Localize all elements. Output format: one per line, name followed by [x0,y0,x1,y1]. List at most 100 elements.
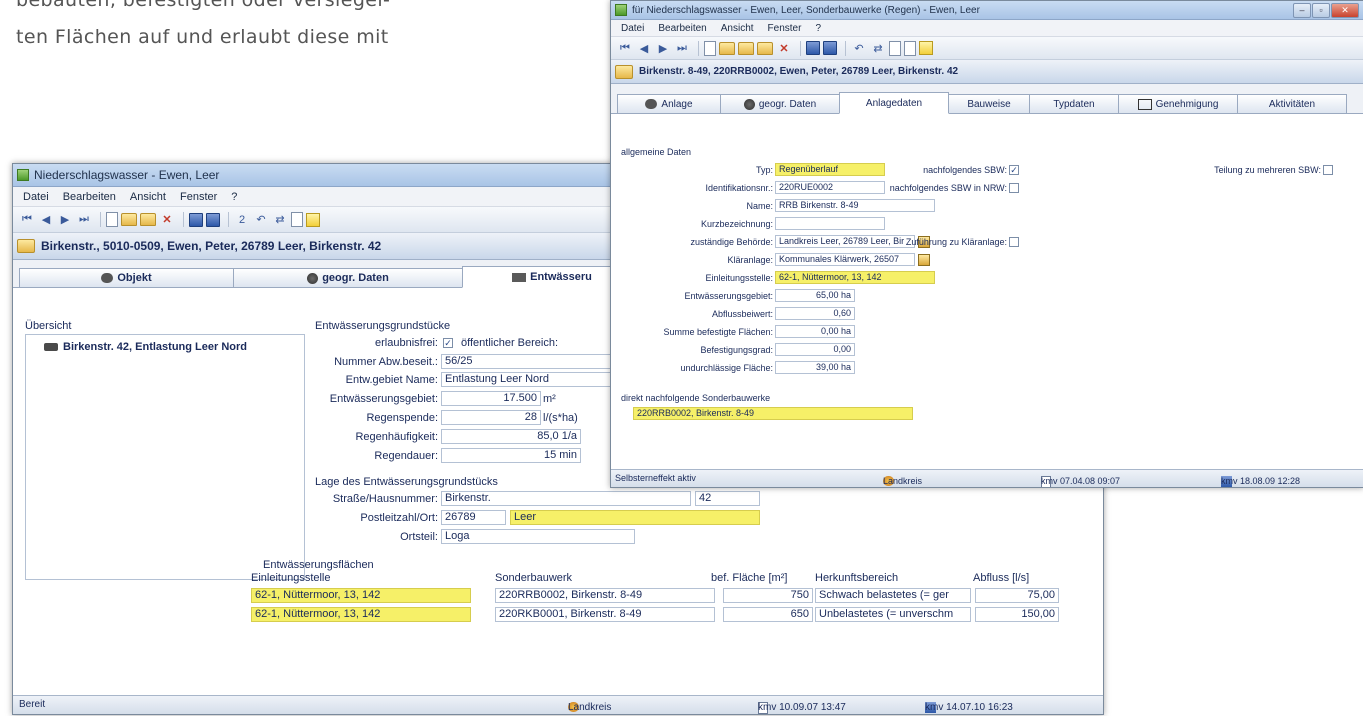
zufuehrung-checkbox[interactable] [1009,237,1019,247]
row1-einleitung[interactable]: 62-1, Nüttermoor, 13, 142 [251,588,471,603]
link-icon[interactable]: ⇄ [870,41,886,56]
menu-bearbeiten[interactable]: Bearbeiten [63,191,116,203]
first-record-icon[interactable]: ⏮ [19,212,35,227]
save-icon[interactable] [806,41,820,55]
save-all-icon[interactable] [823,41,837,55]
save-icon[interactable] [189,212,203,227]
ortsteil-field[interactable]: Loga [441,529,635,544]
section-lage: Lage des Entwässerungsgrundstücks [315,476,498,488]
note-icon[interactable] [919,41,933,55]
summe-field[interactable]: 0,00 ha [775,325,855,338]
row2-einleitung[interactable]: 62-1, Nüttermoor, 13, 142 [251,607,471,622]
section-allgemein: allgemeine Daten [621,147,692,157]
open-folder-icon[interactable] [719,41,735,55]
regenspende-field[interactable]: 28 [441,410,541,425]
first-record-icon[interactable]: ⏮ [617,41,633,56]
typ-field[interactable]: Regenüberlauf [775,163,885,176]
haeufigkeit-field[interactable]: 85,0 1/a [441,429,581,444]
tab-genehmigung[interactable]: Genehmigung [1118,94,1238,113]
row2-herkunft[interactable]: Unbelastetes (= unverschm [815,607,971,622]
ort-field[interactable]: Leer [510,510,760,525]
menu-datei[interactable]: Datei [23,191,49,203]
report-icon[interactable] [889,40,901,56]
row2-sonderbauwerk[interactable]: 220RKB0001, Birkenstr. 8-49 [495,607,715,622]
menu-ansicht[interactable]: Ansicht [721,23,754,34]
folder-copy-icon[interactable] [738,41,754,55]
undo-icon[interactable]: ↶ [851,41,867,56]
row2-flaeche[interactable]: 650 [723,607,813,622]
save-all-icon[interactable] [206,212,220,227]
prev-record-icon[interactable]: ◀ [38,212,54,227]
delete-icon[interactable]: ✕ [159,212,175,227]
open-folder-icon[interactable] [121,213,137,226]
menu-bearbeiten[interactable]: Bearbeiten [658,23,706,34]
row1-abfluss[interactable]: 75,00 [975,588,1059,603]
erlaubnisfrei-checkbox[interactable]: ✓ [443,338,453,348]
folder-move-icon[interactable] [757,41,773,55]
menu-fenster[interactable]: Fenster [180,191,217,203]
tab-geogr-daten[interactable]: geogr. Daten [720,94,840,113]
menu-datei[interactable]: Datei [621,23,644,34]
einleitung-field[interactable]: 62-1, Nüttermoor, 13, 142 [775,271,935,284]
last-record-icon[interactable]: ⏭ [76,212,92,227]
tree-item-birkenstr[interactable]: Birkenstr. 42, Entlastung Leer Nord [44,341,247,353]
plz-field[interactable]: 26789 [441,510,506,525]
row1-herkunft[interactable]: Schwach belastetes (= ger [815,588,971,603]
teilung-checkbox[interactable] [1323,165,1333,175]
tab-anlage[interactable]: Anlage [617,94,721,113]
row2-abfluss[interactable]: 150,00 [975,607,1059,622]
grad-field[interactable]: 0,00 [775,343,855,356]
nrw-checkbox[interactable] [1009,183,1019,193]
menu-fenster[interactable]: Fenster [768,23,802,34]
new-icon[interactable] [704,40,716,56]
zufuehrung-label: Zuführung zu Kläranlage: [905,237,1007,247]
tab-typdaten[interactable]: Typdaten [1029,94,1119,113]
menu-ansicht[interactable]: Ansicht [130,191,166,203]
nrw-label: nachfolgendes SBW in NRW: [889,183,1007,193]
behoerde-field[interactable]: Landkreis Leer, 26789 Leer, Bir [775,235,915,248]
dauer-field[interactable]: 15 min [441,448,581,463]
overview-tree[interactable]: Birkenstr. 42, Entlastung Leer Nord [25,334,305,580]
row1-flaeche[interactable]: 750 [723,588,813,603]
note-icon[interactable] [306,212,320,227]
direkt-field[interactable]: 220RRB0002, Birkenstr. 8-49 [633,407,913,420]
undurch-field[interactable]: 39,00 ha [775,361,855,374]
print-icon[interactable] [904,40,916,56]
next-record-icon[interactable]: ▶ [655,41,671,56]
ident-field[interactable]: 220RUE0002 [775,181,885,194]
kurz-field[interactable] [775,217,885,230]
number-icon[interactable]: 2 [234,212,250,227]
report-icon[interactable] [291,212,303,227]
abfluss-field[interactable]: 0,60 [775,307,855,320]
delete-icon[interactable]: ✕ [776,41,792,56]
hausnummer-field[interactable]: 42 [695,491,760,506]
nachf-checkbox[interactable]: ✓ [1009,165,1019,175]
strasse-field[interactable]: Birkenstr. [441,491,691,506]
gebiet-field[interactable]: 65,00 ha [775,289,855,302]
title-bar[interactable]: für Niederschlagswasser - Ewen, Leer, So… [611,1,1363,20]
klaeranlage-field[interactable]: Kommunales Klärwerk, 26507 [775,253,915,266]
klaeranlage-lookup-button[interactable] [918,254,930,266]
maximize-icon[interactable]: ▫ [1312,2,1330,18]
name-field[interactable]: RRB Birkenstr. 8-49 [775,199,935,212]
menu-help[interactable]: ? [231,191,237,203]
menu-help[interactable]: ? [815,23,821,34]
tab-aktivitaeten[interactable]: Aktivitäten [1237,94,1347,113]
status-bar: Selbsterneffekt aktiv Landkreis kmv 07.0… [611,469,1363,487]
row1-sonderbauwerk[interactable]: 220RRB0002, Birkenstr. 8-49 [495,588,715,603]
last-record-icon[interactable]: ⏭ [674,41,690,56]
minimize-icon[interactable]: – [1293,2,1311,18]
tab-anlagedaten[interactable]: Anlagedaten [839,92,949,114]
tab-bauweise[interactable]: Bauweise [948,94,1030,113]
gebiet-field[interactable]: 17.500 [441,391,541,406]
folder-copy-icon[interactable] [140,213,156,226]
tab-objekt[interactable]: Objekt [19,268,234,287]
undo-icon[interactable]: ↶ [253,212,269,227]
link-icon[interactable]: ⇄ [272,212,288,227]
close-icon[interactable]: ✕ [1331,2,1359,18]
tab-geogr-daten[interactable]: geogr. Daten [233,268,463,287]
prev-record-icon[interactable]: ◀ [636,41,652,56]
created-text: kmv 10.09.07 13:47 [758,702,846,713]
next-record-icon[interactable]: ▶ [57,212,73,227]
new-icon[interactable] [106,212,118,227]
